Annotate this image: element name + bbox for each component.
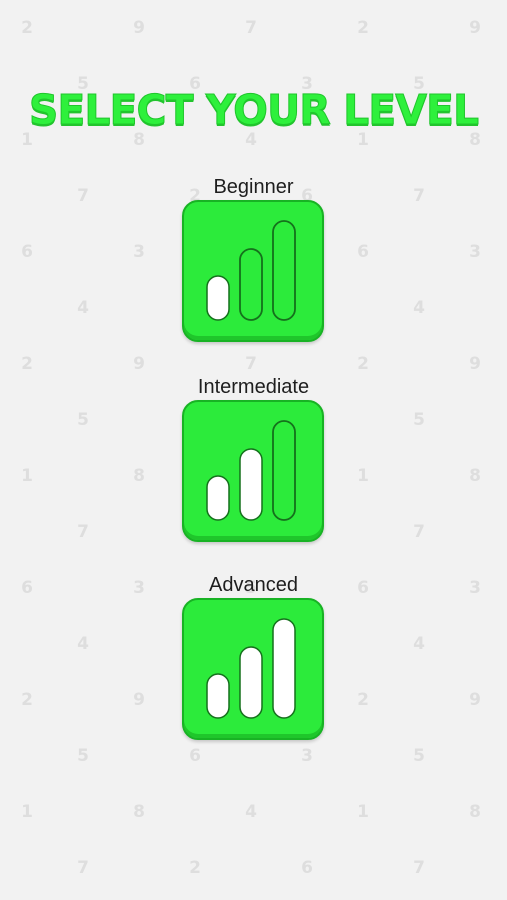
background-digit: 5	[413, 410, 425, 430]
background-digit: 6	[189, 746, 201, 766]
beginner-level-button[interactable]	[182, 200, 324, 342]
background-digit: 4	[77, 634, 89, 654]
background-digit: 3	[301, 746, 313, 766]
background-digit: 6	[21, 242, 33, 262]
background-digit: 9	[469, 690, 481, 710]
background-digit: 8	[133, 802, 145, 822]
background-digit: 2	[21, 690, 33, 710]
background-digit: 4	[413, 634, 425, 654]
background-digit: 1	[21, 802, 33, 822]
background-digit: 9	[133, 18, 145, 38]
background-digit: 9	[469, 354, 481, 374]
signal-bar-3	[272, 420, 296, 521]
signal-bar-3	[272, 618, 296, 719]
signal-bar-3	[272, 220, 296, 321]
background-digit: 8	[469, 466, 481, 486]
background-digit: 5	[413, 746, 425, 766]
signal-strength-3-icon	[206, 618, 296, 719]
level-label-advanced: Advanced	[209, 574, 298, 596]
background-digit: 3	[133, 242, 145, 262]
background-digit: 9	[133, 690, 145, 710]
background-digit: 1	[357, 466, 369, 486]
background-digit: 1	[21, 466, 33, 486]
background-digit: 2	[21, 354, 33, 374]
level-label-intermediate: Intermediate	[197, 376, 310, 398]
background-digit: 7	[413, 522, 425, 542]
background-digit: 5	[77, 746, 89, 766]
signal-bar-1	[206, 475, 230, 521]
background-digit: 6	[301, 858, 313, 878]
background-digit: 2	[357, 18, 369, 38]
background-digit: 7	[245, 18, 257, 38]
background-digit: 3	[469, 242, 481, 262]
signal-bar-1	[206, 275, 230, 321]
background-digit: 9	[133, 354, 145, 374]
background-digit: 7	[77, 858, 89, 878]
signal-strength-1-icon	[206, 220, 296, 321]
background-digit: 7	[413, 858, 425, 878]
background-digit: 4	[413, 298, 425, 318]
signal-bar-2	[239, 448, 263, 521]
background-digit: 2	[189, 858, 201, 878]
background-digit: 2	[357, 354, 369, 374]
intermediate-level-button[interactable]	[182, 400, 324, 542]
background-digit: 4	[77, 298, 89, 318]
background-digit: 7	[245, 354, 257, 374]
signal-strength-2-icon	[206, 420, 296, 521]
signal-bar-1	[206, 673, 230, 719]
page-title: SELECT YOUR LEVEL	[28, 86, 479, 135]
background-digit: 8	[133, 466, 145, 486]
background-digit: 5	[77, 410, 89, 430]
background-digit: 4	[245, 802, 257, 822]
background-digit: 8	[469, 802, 481, 822]
background-digit: 7	[77, 522, 89, 542]
signal-bar-2	[239, 248, 263, 321]
background-digit: 2	[357, 690, 369, 710]
background-digit: 1	[357, 802, 369, 822]
background-digit: 6	[357, 242, 369, 262]
advanced-level-button[interactable]	[182, 598, 324, 740]
level-label-beginner: Beginner	[213, 176, 294, 198]
background-digit: 2	[21, 18, 33, 38]
background-digit: 9	[469, 18, 481, 38]
signal-bar-2	[239, 646, 263, 719]
